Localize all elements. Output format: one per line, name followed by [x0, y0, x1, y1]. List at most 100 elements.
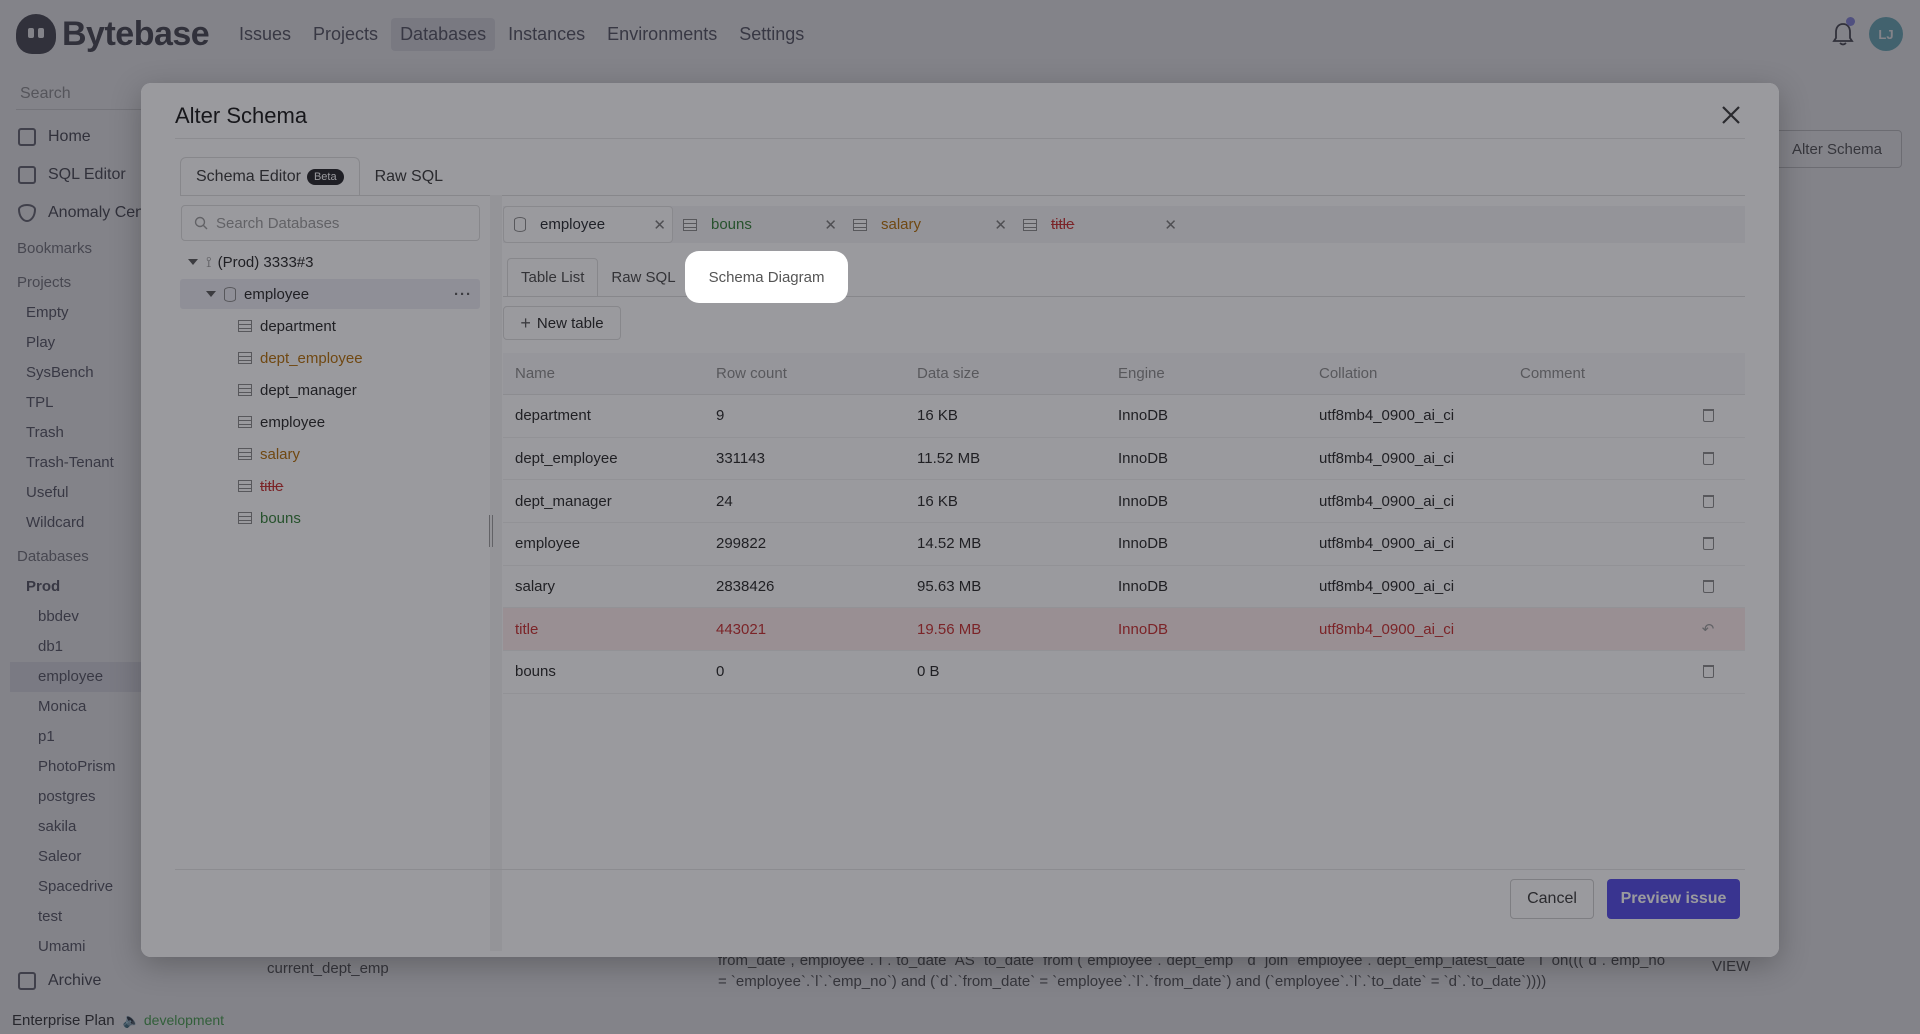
table-row[interactable]: bouns 0 0 B	[503, 651, 1745, 694]
cell-name: dept_employee	[515, 450, 618, 468]
preview-issue-button[interactable]: Preview issue	[1607, 879, 1740, 919]
cell-name: employee	[515, 535, 581, 553]
table-body: department 9 16 KB InnoDB utf8mb4_0900_ai_ci…	[503, 395, 1745, 694]
cell-data-size: 16 KB	[917, 492, 958, 510]
cell-name: bouns	[515, 663, 556, 681]
tab-raw-sql[interactable]: Raw SQL	[598, 258, 688, 296]
cell-collation: utf8mb4_0900_ai_ci	[1319, 578, 1455, 596]
tree-instance-node[interactable]: ⟟ (Prod) 3333#3	[180, 247, 480, 277]
tab-raw-sql[interactable]: Raw SQL	[360, 157, 458, 196]
table-icon	[1023, 218, 1037, 231]
database-icon	[514, 217, 526, 232]
close-icon[interactable]	[1719, 103, 1743, 127]
cancel-button[interactable]: Cancel	[1510, 879, 1594, 919]
table-icon	[238, 320, 252, 332]
table-icon	[238, 384, 252, 396]
cell-data-size: 14.52 MB	[917, 535, 982, 553]
table-row[interactable]: title 443021 19.56 MB InnoDB utf8mb4_0900_ai…	[503, 608, 1745, 652]
cell-data-size: 16 KB	[917, 407, 958, 425]
tree-table-node[interactable]: dept_employee	[180, 343, 480, 373]
cell-collation: utf8mb4_0900_ai_ci	[1319, 620, 1455, 638]
database-view-tabs: Table List Raw SQL Schema Diagram	[507, 255, 845, 299]
cell-engine: InnoDB	[1118, 492, 1169, 510]
cell-collation: utf8mb4_0900_ai_ci	[1319, 450, 1455, 468]
table-icon	[238, 512, 252, 524]
tree-table-node[interactable]: department	[180, 311, 480, 341]
table-row[interactable]: salary 2838426 95.63 MB InnoDB utf8mb4_0900_…	[503, 566, 1745, 609]
database-icon	[224, 286, 236, 302]
trash-icon[interactable]	[1702, 580, 1714, 594]
table-icon	[238, 448, 252, 460]
tree-table-node[interactable]: salary	[180, 439, 480, 469]
close-tab-icon[interactable]: ✕	[824, 216, 837, 234]
cell-engine: InnoDB	[1118, 450, 1169, 468]
tree-table-node[interactable]: dept_manager	[180, 375, 480, 405]
close-tab-icon[interactable]: ✕	[1164, 216, 1177, 234]
table-row[interactable]: dept_manager 24 16 KB InnoDB utf8mb4_0900_ai…	[503, 480, 1745, 524]
cell-row-count: 0	[716, 663, 725, 681]
more-options-icon[interactable]: ···	[454, 286, 472, 303]
beta-badge: Beta	[306, 169, 344, 185]
tree-table-node[interactable]: bouns	[180, 503, 480, 533]
cell-engine: InnoDB	[1118, 578, 1169, 596]
tab-schema-editor[interactable]: Schema Editor Beta	[180, 157, 360, 196]
cell-engine: InnoDB	[1118, 535, 1169, 553]
trash-icon[interactable]	[1702, 409, 1714, 423]
cell-collation: utf8mb4_0900_ai_ci	[1319, 492, 1455, 510]
tree-table-node[interactable]: employee	[180, 407, 480, 437]
close-tab-icon[interactable]: ✕	[653, 216, 666, 234]
cell-collation: utf8mb4_0900_ai_ci	[1319, 535, 1455, 553]
cell-name: salary	[515, 578, 556, 596]
column-header: Row count	[716, 365, 787, 382]
trash-icon[interactable]	[1702, 452, 1714, 466]
table-header: Name Row count Data size Engine Collatio…	[503, 353, 1745, 395]
column-header: Data size	[917, 365, 980, 382]
tab-table-list[interactable]: Table List	[507, 258, 599, 296]
panel-splitter[interactable]	[490, 195, 502, 951]
open-tabs-bar: employee ✕ bouns ✕ salary ✕ title ✕	[503, 206, 1745, 243]
cell-data-size: 0 B	[917, 663, 940, 681]
table-icon	[238, 352, 252, 364]
search-databases-input[interactable]: Search Databases	[181, 205, 480, 241]
trash-icon[interactable]	[1702, 537, 1714, 551]
cell-name: title	[515, 620, 539, 638]
trash-icon[interactable]	[1702, 665, 1714, 679]
open-tab-bouns[interactable]: bouns ✕	[673, 206, 843, 243]
tree-database-node[interactable]: employee ···	[180, 279, 480, 309]
tab-schema-diagram[interactable]: Schema Diagram	[688, 255, 845, 299]
alter-schema-dialog: Alter Schema Schema Editor Beta Raw SQL …	[141, 83, 1779, 957]
cell-name: dept_manager	[515, 492, 612, 510]
cell-row-count: 2838426	[716, 578, 775, 596]
tree-table-node[interactable]: title	[180, 471, 480, 501]
table-row[interactable]: dept_employee 331143 11.52 MB InnoDB utf8mb4…	[503, 438, 1745, 481]
table-icon	[238, 480, 252, 492]
caret-down-icon	[188, 259, 198, 265]
dialog-title: Alter Schema	[175, 103, 308, 128]
trash-icon[interactable]	[1702, 494, 1714, 508]
search-icon	[194, 216, 208, 230]
divider	[175, 138, 1745, 139]
divider	[180, 195, 1745, 196]
table-list: Name Row count Data size Engine Collatio…	[503, 353, 1745, 694]
new-table-button[interactable]: + New table	[503, 306, 621, 340]
divider	[503, 296, 1745, 297]
cell-engine: InnoDB	[1118, 407, 1169, 425]
restore-icon[interactable]: ↶	[1702, 620, 1715, 638]
resize-handle[interactable]	[489, 515, 493, 547]
editor-mode-tabs: Schema Editor Beta Raw SQL	[180, 157, 458, 196]
close-tab-icon[interactable]: ✕	[994, 216, 1007, 234]
table-row[interactable]: department 9 16 KB InnoDB utf8mb4_0900_ai_ci	[503, 395, 1745, 438]
table-row[interactable]: employee 299822 14.52 MB InnoDB utf8mb4_0900…	[503, 523, 1745, 566]
table-icon	[683, 218, 697, 231]
cell-engine: InnoDB	[1118, 620, 1169, 638]
column-header: Engine	[1118, 365, 1165, 382]
open-tab-title[interactable]: title ✕	[1013, 206, 1183, 243]
cell-row-count: 299822	[716, 535, 767, 553]
mysql-dolphin-icon: ⟟	[206, 253, 212, 271]
cell-data-size: 19.56 MB	[917, 620, 982, 638]
column-header: Comment	[1520, 365, 1586, 382]
open-tab-salary[interactable]: salary ✕	[843, 206, 1013, 243]
cell-row-count: 9	[716, 407, 725, 425]
open-tab-employee[interactable]: employee ✕	[503, 206, 673, 243]
table-icon	[238, 416, 252, 428]
